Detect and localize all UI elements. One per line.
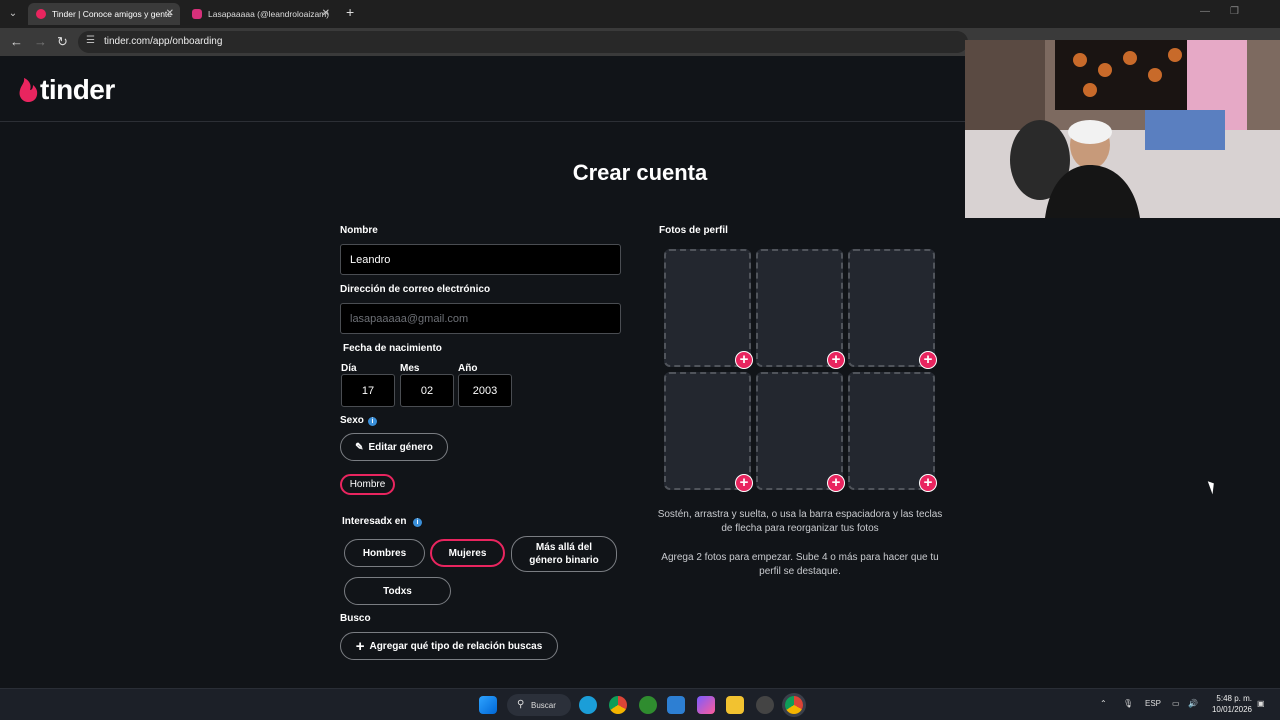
interested-option-mujeres[interactable]: Mujeres <box>430 539 505 567</box>
photo-slot[interactable] <box>756 372 843 490</box>
add-photo-icon[interactable]: + <box>735 351 753 369</box>
close-tab-icon[interactable]: ✕ <box>166 3 174 25</box>
network-icon[interactable]: ▭ <box>1172 699 1180 708</box>
sex-label: Sexo <box>340 415 364 426</box>
email-label: Dirección de correo electrónico <box>340 284 491 295</box>
selected-gender-chip[interactable]: Hombre <box>340 474 395 495</box>
day-field[interactable]: 17 <box>341 374 395 407</box>
tab-search-icon[interactable]: ⌄ <box>4 5 22 23</box>
microphone-icon[interactable]: 🎙 <box>1123 699 1133 708</box>
interested-info-icon[interactable]: i <box>413 518 422 527</box>
photo-slot[interactable] <box>664 372 751 490</box>
add-photo-icon[interactable]: + <box>735 474 753 492</box>
photos-reorder-hint: Sostén, arrastra y suelta, o usa la barr… <box>657 509 943 534</box>
photos-app-icon[interactable] <box>667 696 685 714</box>
tab-instagram[interactable]: Lasapaaaaa (@leandroloaizam) ✕ <box>184 3 336 25</box>
edge-icon[interactable] <box>579 696 597 714</box>
back-icon[interactable]: ← <box>10 34 23 49</box>
url-text: tinder.com/app/onboarding <box>104 36 223 47</box>
looking-label: Busco <box>340 613 371 624</box>
clock-time: 5:48 p. m. <box>1216 694 1252 703</box>
photo-slot[interactable] <box>664 249 751 367</box>
volume-icon[interactable]: 🔊 <box>1188 699 1198 708</box>
plus-icon: + <box>355 637 365 655</box>
add-photo-icon[interactable]: + <box>919 351 937 369</box>
tab-title: Tinder | Conoce amigos y gente <box>52 9 173 19</box>
add-relationship-type-button[interactable]: + Agregar qué tipo de relación buscas <box>340 632 558 660</box>
flame-icon <box>19 78 38 102</box>
instagram-favicon-icon <box>192 9 202 19</box>
copilot-icon[interactable] <box>697 696 715 714</box>
tray-chevron-icon[interactable]: ⌃ <box>1100 699 1107 708</box>
interested-option-non-binary[interactable]: Más allá del género binario <box>511 536 617 572</box>
year-label: Año <box>458 363 478 374</box>
add-photo-icon[interactable]: + <box>827 351 845 369</box>
browser-tab-bar: ⌄ Tinder | Conoce amigos y gente ✕ Lasap… <box>0 0 1280 28</box>
interested-option-todxs[interactable]: Todxs <box>344 577 451 605</box>
xbox-icon[interactable] <box>639 696 657 714</box>
add-relationship-type-label: Agregar qué tipo de relación buscas <box>369 640 543 652</box>
notifications-icon[interactable]: ▣ <box>1257 699 1265 708</box>
webcam-overlay <box>965 40 1280 218</box>
taskbar-search-label: Buscar <box>531 700 556 710</box>
photos-label: Fotos de perfil <box>659 225 728 236</box>
photos-count-hint: Agrega 2 fotos para empezar. Sube 4 o má… <box>661 552 939 577</box>
taskbar-search[interactable]: ⚲ Buscar <box>507 694 571 716</box>
tinder-logo[interactable]: tinder <box>18 74 115 106</box>
brand-name: tinder <box>40 74 115 105</box>
chrome-active-icon[interactable] <box>785 696 803 714</box>
mouse-cursor-icon <box>1207 479 1218 495</box>
photo-slot[interactable] <box>848 372 935 490</box>
add-photo-icon[interactable]: + <box>827 474 845 492</box>
windows-taskbar: ⚲ Buscar ⌃ 🎙 ESP ▭ 🔊 5:48 p. m. 10/01/20… <box>0 688 1280 720</box>
minimize-icon[interactable]: — <box>1200 6 1210 17</box>
close-tab-icon[interactable]: ✕ <box>322 3 330 25</box>
chrome-icon[interactable] <box>609 696 627 714</box>
windows-start-icon[interactable] <box>479 696 497 714</box>
tab-title: Lasapaaaaa (@leandroloaizam) <box>208 9 330 19</box>
new-tab-icon[interactable]: + <box>346 4 354 20</box>
photo-slot[interactable] <box>848 249 935 367</box>
url-field[interactable]: ☰ tinder.com/app/onboarding <box>78 31 968 53</box>
name-field[interactable]: Leandro <box>340 244 621 275</box>
edit-gender-button[interactable]: ✎ Editar género <box>340 433 448 461</box>
maximize-icon[interactable]: ❐ <box>1230 6 1239 17</box>
tab-tinder[interactable]: Tinder | Conoce amigos y gente ✕ <box>28 3 180 25</box>
app-icon[interactable] <box>756 696 774 714</box>
taskbar-clock[interactable]: 5:48 p. m. 10/01/2026 <box>1212 693 1252 715</box>
month-field[interactable]: 02 <box>400 374 454 407</box>
clock-date: 10/01/2026 <box>1211 705 1252 714</box>
webcam-image <box>965 40 1280 218</box>
forward-icon[interactable]: → <box>34 34 47 49</box>
birthdate-label: Fecha de nacimiento <box>343 343 442 354</box>
language-indicator[interactable]: ESP <box>1145 699 1161 708</box>
name-label: Nombre <box>340 225 378 236</box>
search-icon: ⚲ <box>517 699 525 710</box>
add-photo-icon[interactable]: + <box>919 474 937 492</box>
edit-gender-label: Editar género <box>368 441 433 453</box>
photo-slot[interactable] <box>756 249 843 367</box>
reload-icon[interactable]: ↻ <box>57 34 68 50</box>
email-field[interactable]: lasapaaaaa@gmail.com <box>340 303 621 334</box>
interested-option-hombres[interactable]: Hombres <box>344 539 425 567</box>
month-label: Mes <box>400 363 420 374</box>
file-explorer-icon[interactable] <box>726 696 744 714</box>
interested-label: Interesadx en <box>342 516 407 527</box>
year-field[interactable]: 2003 <box>458 374 512 407</box>
day-label: Día <box>341 363 357 374</box>
pencil-icon: ✎ <box>355 441 364 453</box>
sex-info-icon[interactable]: i <box>368 417 377 426</box>
site-info-icon[interactable]: ☰ <box>86 35 95 46</box>
tinder-favicon-icon <box>36 9 46 19</box>
